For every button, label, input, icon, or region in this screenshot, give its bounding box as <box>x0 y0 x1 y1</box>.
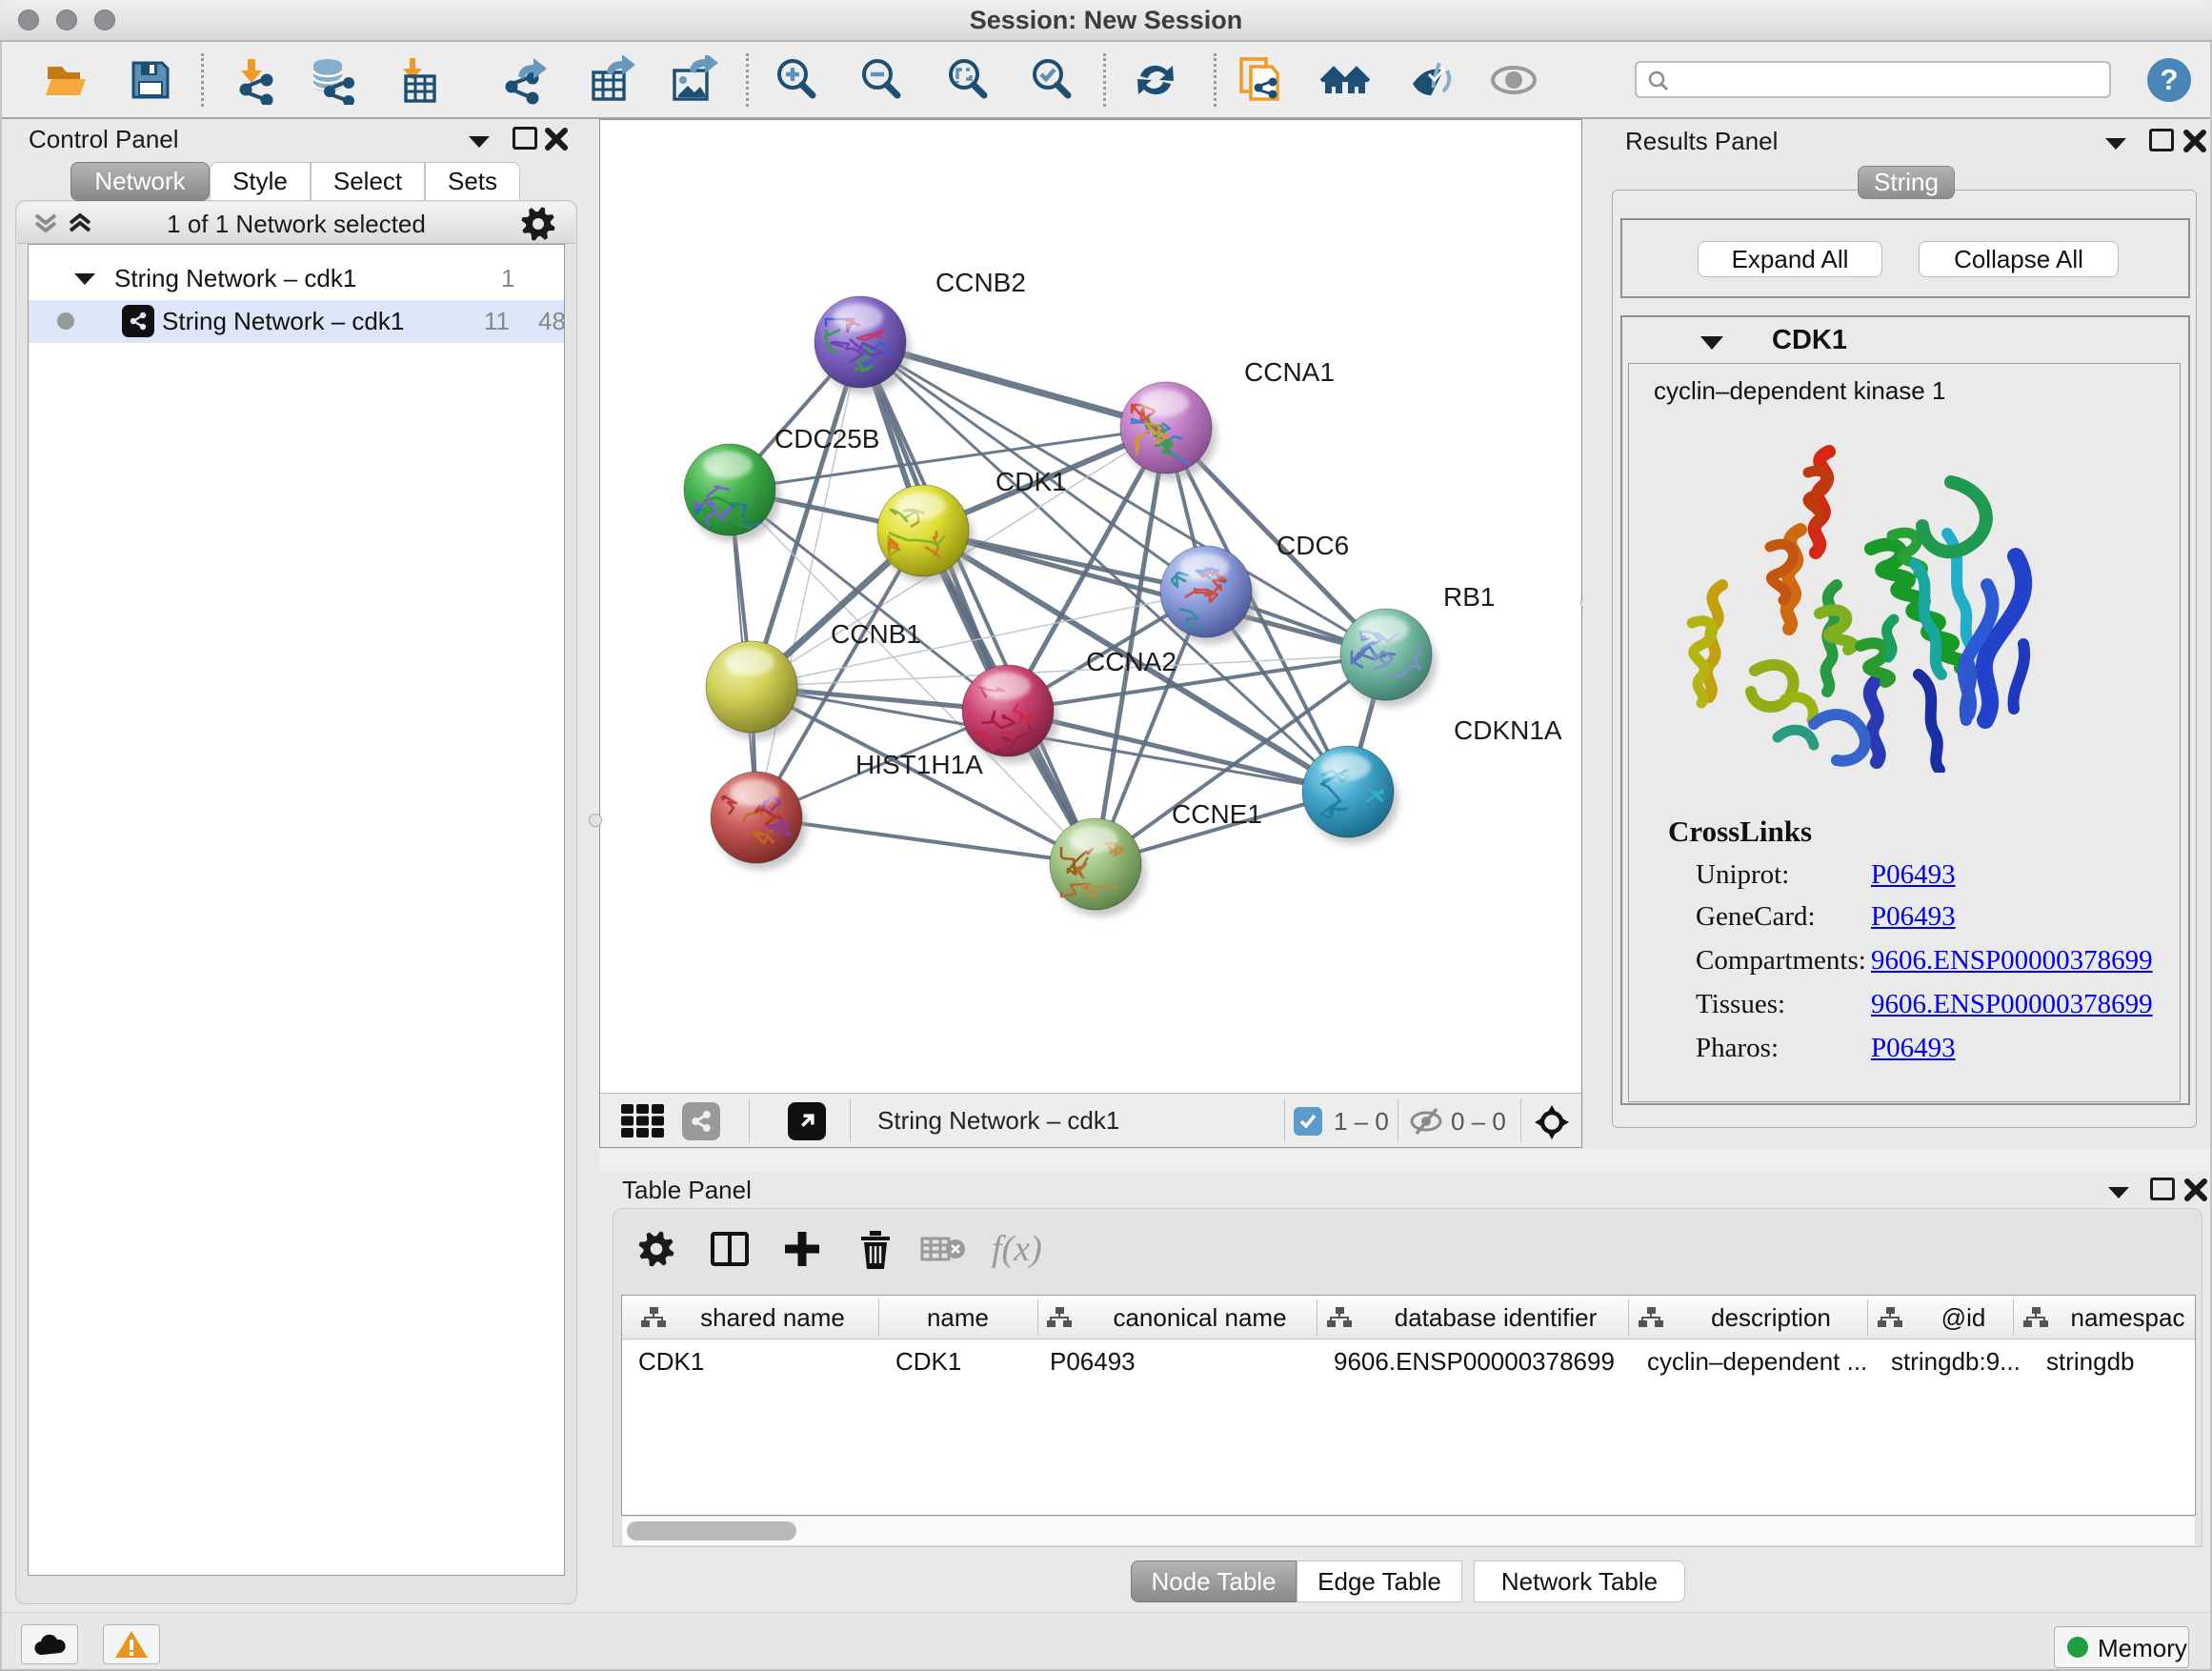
svg-text:CCNA2: CCNA2 <box>1086 647 1176 676</box>
svg-text:CDC6: CDC6 <box>1277 531 1349 560</box>
svg-text:CCNB2: CCNB2 <box>935 268 1026 297</box>
svg-text:CCNB1: CCNB1 <box>831 619 921 649</box>
svg-text:RB1: RB1 <box>1443 582 1495 612</box>
svg-text:CCNE1: CCNE1 <box>1172 799 1262 829</box>
svg-text:CDC25B: CDC25B <box>774 424 879 453</box>
svg-text:CDK1: CDK1 <box>995 467 1067 496</box>
svg-text:CDKN1A: CDKN1A <box>1454 715 1562 745</box>
svg-text:CCNA1: CCNA1 <box>1244 357 1335 387</box>
svg-text:HIST1H1A: HIST1H1A <box>855 750 983 779</box>
